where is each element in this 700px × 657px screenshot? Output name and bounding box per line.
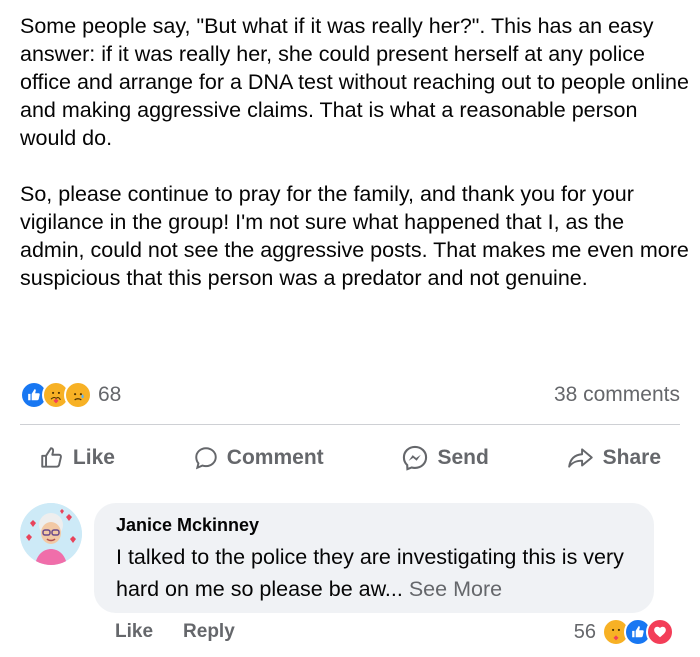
comment-text: I talked to the police they are investig… (116, 541, 646, 605)
comments-count-link[interactable]: 38 comments (554, 383, 680, 407)
thumbs-up-icon (41, 447, 62, 468)
post-body: Some people say, "But what if it was rea… (20, 12, 690, 292)
comment-text-body: I talked to the police they are investig… (116, 545, 624, 601)
send-label: Send (437, 446, 489, 469)
comment-author[interactable]: Janice Mckinney (116, 515, 259, 536)
comment-label: Comment (226, 446, 324, 469)
like-button[interactable]: Like (39, 445, 115, 471)
reaction-summary[interactable]: 68 (20, 381, 121, 409)
comment-button[interactable]: Comment (193, 445, 324, 471)
love-reaction-icon (646, 618, 674, 646)
reaction-count: 68 (98, 383, 122, 406)
comment-reaction-icons (602, 618, 674, 646)
messenger-icon (403, 445, 428, 471)
comment-reaction-count: 56 (573, 620, 596, 643)
commenter-avatar[interactable] (20, 503, 82, 565)
share-icon (567, 448, 593, 468)
post-paragraph-2: So, please continue to pray for the fami… (20, 182, 689, 290)
comment-actions: Like Reply (115, 621, 235, 643)
send-button[interactable]: Send (401, 444, 489, 472)
share-label: Share (602, 446, 662, 469)
comment-bubble: Janice Mckinney I talked to the police t… (94, 503, 654, 613)
comment-reactions[interactable]: 56 (574, 618, 680, 646)
divider (20, 424, 680, 425)
comment-icon (195, 447, 217, 470)
sad-reaction-icon (64, 381, 92, 409)
comment-like-button[interactable]: Like (115, 621, 153, 643)
post-paragraph-1: Some people say, "But what if it was rea… (20, 14, 689, 150)
post-stats: 68 38 comments (20, 380, 680, 410)
reaction-icons (20, 381, 92, 409)
like-label: Like (72, 446, 115, 469)
see-more-link[interactable]: See More (409, 577, 502, 601)
comment-reply-button[interactable]: Reply (183, 621, 235, 643)
share-button[interactable]: Share (567, 445, 661, 471)
post-actions: Like Comment Send Share (0, 436, 700, 480)
